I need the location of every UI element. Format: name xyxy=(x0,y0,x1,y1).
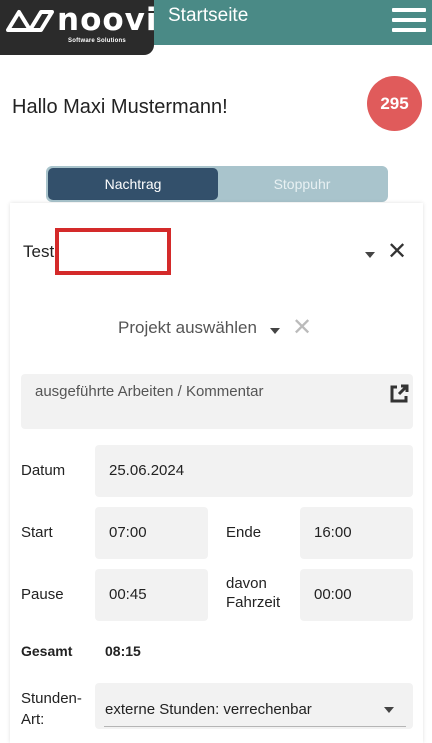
tab-nachtrag[interactable]: Nachtrag xyxy=(48,168,218,200)
total-label: Gesamt xyxy=(21,643,73,659)
select-underline xyxy=(104,726,406,727)
logo-text: noovi xyxy=(57,2,158,38)
end-label: Ende xyxy=(226,524,262,541)
logo-mark-icon xyxy=(6,10,54,32)
hour-type-label: Stunden- Art: xyxy=(21,690,82,728)
hamburger-menu-icon[interactable] xyxy=(392,6,426,34)
end-time-field[interactable]: 16:00 xyxy=(300,507,413,559)
greeting-text: Hallo Maxi Mustermann! xyxy=(12,96,228,118)
start-label: Start xyxy=(21,524,53,541)
total-value: 08:15 xyxy=(105,643,141,659)
task-select-highlight xyxy=(55,228,171,275)
comment-placeholder: ausgeführte Arbeiten / Kommentar xyxy=(35,383,264,400)
logo[interactable]: noovi Software Solutions xyxy=(0,0,157,55)
chevron-down-icon[interactable] xyxy=(384,707,394,713)
external-link-icon[interactable] xyxy=(388,383,410,405)
app-screen: Startseite noovi Software Solutions Hall… xyxy=(0,0,432,743)
travel-time-label: davon Fahrzeit xyxy=(226,575,281,611)
task-select-label[interactable]: Test xyxy=(23,242,54,262)
project-select[interactable]: Projekt auswählen xyxy=(118,318,257,338)
page-title: Startseite xyxy=(168,5,249,26)
chevron-down-icon[interactable] xyxy=(270,328,280,334)
tab-stoppuhr[interactable]: Stoppuhr xyxy=(218,168,386,200)
clear-project-icon[interactable]: ✕ xyxy=(292,316,312,340)
pause-field[interactable]: 00:45 xyxy=(95,569,208,621)
logo-subtitle: Software Solutions xyxy=(68,38,126,44)
notification-badge[interactable]: 295 xyxy=(367,76,422,131)
date-label: Datum xyxy=(21,462,66,479)
travel-time-field[interactable]: 00:00 xyxy=(300,569,413,621)
mode-tabs: Nachtrag Stoppuhr xyxy=(46,166,388,202)
start-time-field[interactable]: 07:00 xyxy=(95,507,208,559)
hour-type-value: externe Stunden: verrechenbar xyxy=(105,701,312,718)
date-field[interactable]: 25.06.2024 xyxy=(95,445,413,497)
chevron-down-icon[interactable] xyxy=(365,252,375,258)
pause-label: Pause xyxy=(21,586,64,603)
close-icon[interactable]: ✕ xyxy=(387,240,407,264)
